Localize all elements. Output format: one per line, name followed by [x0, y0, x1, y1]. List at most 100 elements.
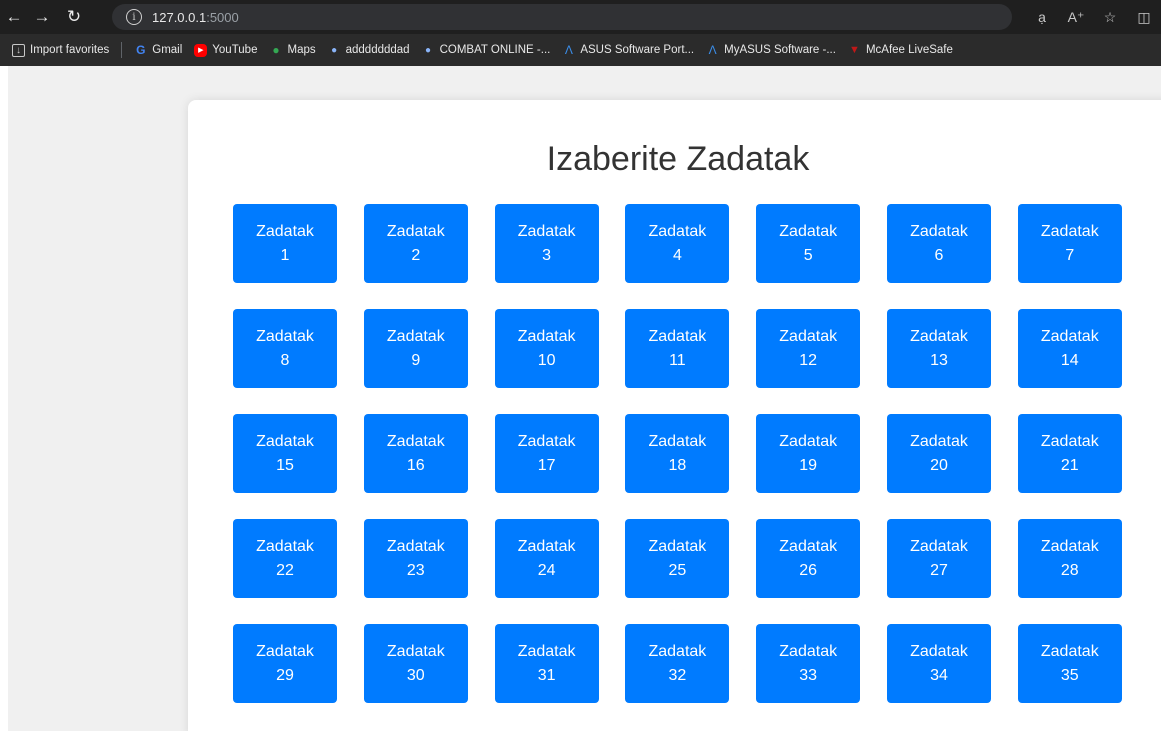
task-button-22[interactable]: Zadatak 22 — [233, 519, 337, 598]
task-button-number: 28 — [1060, 561, 1079, 579]
bookmark-gmail[interactable]: G Gmail — [128, 38, 188, 62]
task-button-word: Zadatak — [256, 222, 314, 240]
task-button-6[interactable]: Zadatak 6 — [886, 204, 991, 283]
import-icon: ↓ — [12, 43, 25, 57]
task-button-number: 27 — [930, 561, 948, 579]
task-button-word: Zadatak — [386, 432, 445, 450]
task-button-word: Zadatak — [779, 642, 838, 660]
task-button-word: Zadatak — [648, 432, 707, 450]
task-button-number: 15 — [276, 456, 294, 474]
task-button-number: 4 — [672, 246, 682, 264]
task-button-number: 21 — [1060, 456, 1079, 474]
task-button-word: Zadatak — [517, 222, 576, 240]
task-button-5[interactable]: Zadatak 5 — [756, 204, 861, 283]
task-button-number: 17 — [537, 456, 556, 474]
task-button-27[interactable]: Zadatak 27 — [886, 519, 991, 598]
task-button-number: 11 — [669, 351, 686, 369]
task-button-33[interactable]: Zadatak 33 — [756, 624, 861, 703]
task-button-10[interactable]: Zadatak 10 — [494, 309, 599, 388]
task-button-31[interactable]: Zadatak 31 — [494, 624, 599, 703]
task-button-15[interactable]: Zadatak 15 — [233, 414, 337, 493]
bookmarks-divider — [121, 42, 123, 58]
task-button-1[interactable]: Zadatak 1 — [233, 204, 337, 283]
task-button-34[interactable]: Zadatak 34 — [886, 624, 991, 703]
task-button-11[interactable]: Zadatak 11 — [625, 309, 730, 388]
page-viewport: Izaberite Zadatak Zadatak 1 Zadatak 2 Zadata… — [0, 66, 1161, 731]
browser-window: ← → ↻ i 127.0.0.1:5000 ạ A⁺ ☆ ◫ ↓ Import… — [0, 0, 1161, 731]
task-button-9[interactable]: Zadatak 9 — [363, 309, 468, 388]
info-icon[interactable]: i — [126, 9, 142, 25]
bookmark-mcafee-livesafe[interactable]: ▼ McAfee LiveSafe — [842, 38, 959, 62]
bookmark-label: adddddddad — [345, 44, 410, 56]
task-button-24[interactable]: Zadatak 24 — [494, 519, 599, 598]
split-screen-icon[interactable]: ◫ — [1127, 3, 1161, 31]
bookmark-asus-software-portal[interactable]: Λ ASUS Software Port... — [556, 38, 700, 62]
bookmark-adddddddad[interactable]: ● adddddddad — [322, 38, 416, 62]
google-icon: G — [136, 43, 146, 57]
bookmark-maps[interactable]: ● Maps — [263, 38, 321, 62]
task-button-25[interactable]: Zadatak 25 — [625, 519, 730, 598]
url-port: :5000 — [206, 9, 239, 25]
translate-icon[interactable]: ạ — [1025, 3, 1059, 31]
task-button-23[interactable]: Zadatak 23 — [363, 519, 468, 598]
task-button-word: Zadatak — [1040, 432, 1099, 450]
task-button-word: Zadatak — [517, 327, 576, 345]
task-button-number: 22 — [276, 561, 294, 579]
task-button-word: Zadatak — [910, 537, 968, 555]
address-bar[interactable]: i 127.0.0.1:5000 — [112, 4, 1012, 30]
task-button-number: 31 — [537, 666, 556, 684]
task-button-32[interactable]: Zadatak 32 — [625, 624, 730, 703]
bookmark-import-favorites[interactable]: ↓ Import favorites — [6, 38, 115, 62]
task-button-3[interactable]: Zadatak 3 — [494, 204, 599, 283]
task-button-30[interactable]: Zadatak 30 — [363, 624, 468, 703]
bookmarks-bar: ↓ Import favorites G Gmail ▶ YouTube ● M… — [0, 34, 1161, 66]
task-button-word: Zadatak — [910, 222, 968, 240]
task-button-number: 29 — [276, 666, 294, 684]
bookmark-label: Maps — [287, 44, 316, 56]
task-button-28[interactable]: Zadatak 28 — [1017, 519, 1122, 598]
task-button-number: 33 — [799, 666, 818, 684]
task-button-word: Zadatak — [517, 432, 576, 450]
bookmark-label: ASUS Software Port... — [580, 44, 695, 56]
task-button-14[interactable]: Zadatak 14 — [1017, 309, 1122, 388]
task-button-4[interactable]: Zadatak 4 — [625, 204, 730, 283]
bookmark-myasus-software[interactable]: Λ MyASUS Software -... — [700, 38, 842, 62]
task-button-21[interactable]: Zadatak 21 — [1017, 414, 1122, 493]
task-button-word: Zadatak — [517, 537, 576, 555]
back-icon[interactable]: ← — [2, 3, 26, 31]
bookmark-combat-online[interactable]: ● COMBAT ONLINE -... — [416, 38, 557, 62]
task-button-number: 14 — [1060, 351, 1079, 369]
task-button-7[interactable]: Zadatak 7 — [1017, 204, 1122, 283]
task-button-26[interactable]: Zadatak 26 — [756, 519, 861, 598]
task-button-20[interactable]: Zadatak 20 — [886, 414, 991, 493]
read-aloud-icon[interactable]: A⁺ — [1059, 3, 1093, 31]
task-button-number: 13 — [930, 351, 948, 369]
task-button-16[interactable]: Zadatak 16 — [363, 414, 468, 493]
task-button-8[interactable]: Zadatak 8 — [233, 309, 337, 388]
favorite-star-icon[interactable]: ☆ — [1093, 3, 1127, 31]
task-button-18[interactable]: Zadatak 18 — [625, 414, 730, 493]
task-button-12[interactable]: Zadatak 12 — [756, 309, 861, 388]
refresh-icon[interactable]: ↻ — [58, 3, 90, 31]
task-button-word: Zadatak — [386, 222, 445, 240]
task-button-number: 9 — [411, 351, 421, 369]
task-button-number: 25 — [668, 561, 687, 579]
bookmark-youtube[interactable]: ▶ YouTube — [188, 38, 263, 62]
youtube-icon: ▶ — [194, 43, 208, 57]
task-button-13[interactable]: Zadatak 13 — [886, 309, 991, 388]
task-button-word: Zadatak — [910, 327, 968, 345]
task-button-number: 5 — [803, 246, 813, 264]
task-button-2[interactable]: Zadatak 2 — [363, 204, 468, 283]
address-row: ← → ↻ i 127.0.0.1:5000 ạ A⁺ ☆ ◫ — [0, 0, 1161, 34]
task-button-word: Zadatak — [910, 642, 968, 660]
task-button-19[interactable]: Zadatak 19 — [756, 414, 861, 493]
task-button-35[interactable]: Zadatak 35 — [1017, 624, 1122, 703]
bookmark-label: McAfee LiveSafe — [865, 44, 953, 56]
maps-icon: ● — [272, 43, 280, 57]
forward-icon[interactable]: → — [26, 3, 58, 31]
mcafee-icon: ▼ — [849, 44, 860, 56]
task-button-number: 24 — [537, 561, 556, 579]
left-edge — [0, 66, 8, 731]
task-button-17[interactable]: Zadatak 17 — [494, 414, 599, 493]
task-button-29[interactable]: Zadatak 29 — [233, 624, 337, 703]
